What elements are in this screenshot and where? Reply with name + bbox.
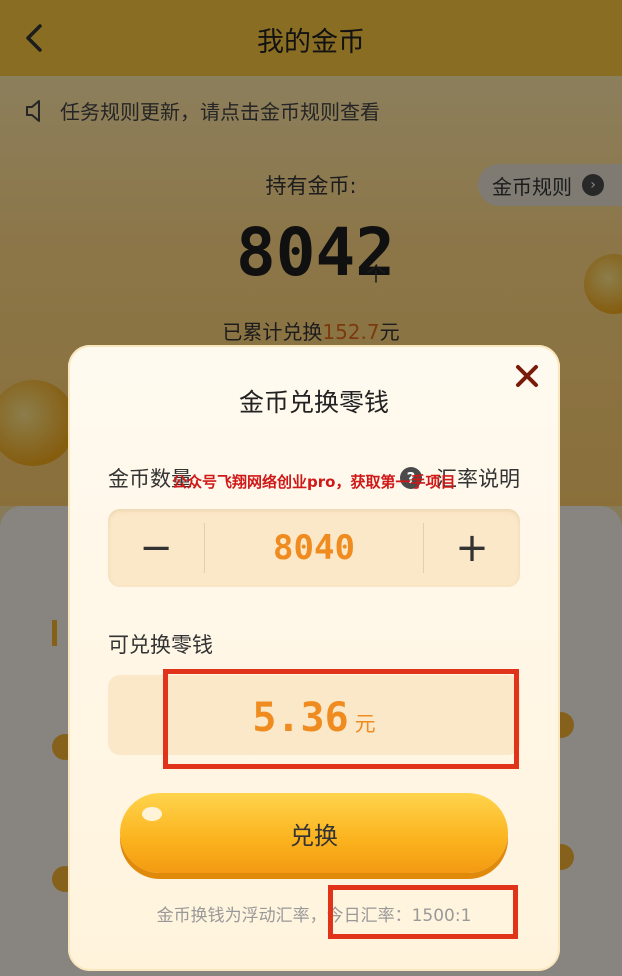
exchangeable-label: 可兑换零钱: [108, 633, 213, 657]
watermark-text: 公众号飞翔网络创业pro，获取第一手项目: [172, 473, 456, 491]
quantity-stepper: − 8040 +: [108, 509, 520, 587]
decrease-button[interactable]: −: [108, 509, 204, 587]
convert-button-label: 兑换: [290, 821, 338, 850]
convert-button[interactable]: 兑换: [120, 793, 508, 873]
highlight-box-rate: [328, 885, 518, 939]
dialog-title: 金币兑换零钱: [238, 388, 389, 417]
button-gloss: [142, 807, 162, 821]
highlight-box-amount: [163, 669, 519, 769]
quantity-input[interactable]: 8040: [205, 528, 423, 568]
increase-button[interactable]: +: [424, 509, 520, 587]
exchange-dialog: 金币兑换零钱 金币数量 ? 汇率说明 公众号飞翔网络创业pro，获取第一手项目 …: [68, 345, 560, 971]
